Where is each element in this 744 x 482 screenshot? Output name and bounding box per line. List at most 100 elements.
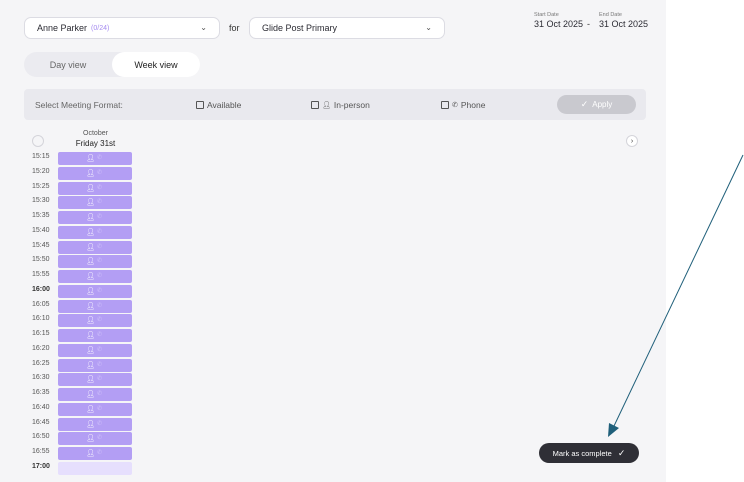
time-slot[interactable]: 👤︎ ✆ (58, 388, 132, 401)
staff-name: Anne Parker (37, 23, 88, 33)
school-select[interactable]: Glide Post Primary ⌄ (249, 17, 445, 39)
time-label: 15:55 (32, 271, 50, 278)
time-slot[interactable]: 👤︎ ✆ (58, 181, 132, 195)
checkbox-icon (196, 101, 204, 109)
time-row: 15:35 👤︎ ✆ (0, 211, 140, 224)
phone-icon: ✆ (97, 332, 103, 338)
time-label: 15:40 (32, 226, 50, 234)
time-slot[interactable]: 👤︎ ✆ (58, 417, 132, 431)
phone-icon: ✆ (97, 435, 103, 442)
apply-label: Apply (592, 100, 613, 109)
phone-icon: ✆ (97, 405, 103, 412)
time-label: 16:40 (32, 403, 50, 411)
time-slot[interactable]: 👤︎ ✆ (58, 225, 132, 239)
date-separator: - (587, 19, 590, 29)
next-day-button[interactable]: › (626, 135, 638, 147)
chevron-down-icon: ⌄ (200, 23, 207, 32)
start-date-value: 31 Oct 2025 (534, 19, 584, 29)
time-slot[interactable]: 👤︎ ✆ (58, 255, 132, 269)
time-slot[interactable]: 👤︎ ✆ (58, 166, 132, 180)
time-label: 16:00 (32, 285, 50, 293)
time-slot[interactable]: 👤︎ ✆ (58, 358, 132, 372)
chevron-right-icon: › (630, 137, 634, 145)
end-date[interactable]: End Date 31 Oct 2025 (599, 12, 648, 29)
time-slot[interactable]: 👤︎ ✆ (58, 152, 132, 165)
person-icon: 👤︎ (86, 199, 95, 207)
start-date[interactable]: Start Date 31 Oct 2025 (534, 12, 583, 29)
person-icon: 👤︎ (86, 317, 95, 325)
time-row: 16:25 👤︎ ✆ (0, 358, 140, 372)
time-label: 16:50 (32, 433, 50, 441)
time-row: 15:30 👤︎ ✆ (0, 196, 140, 210)
week-view-tab[interactable]: Week view (112, 52, 200, 77)
time-slot[interactable]: 👤︎ ✆ (58, 447, 132, 460)
start-date-label: Start Date (534, 12, 559, 18)
time-slot[interactable]: 👤︎ ✆ (58, 343, 132, 357)
in-person-label: In-person (333, 100, 370, 110)
time-slot[interactable]: 👤︎ ✆ (58, 373, 132, 387)
time-label: 15:25 (32, 182, 50, 190)
staff-select[interactable]: Anne Parker (0/24) ⌄ (24, 17, 220, 39)
time-grid: 15:15 👤︎ ✆ 15:20 👤︎ ✆ 15:25 👤︎ ✆ 15:30 👤︎ ✆ 15:35 👤︎ ✆… (0, 152, 140, 482)
time-slot[interactable]: 👤︎ ✆ (58, 211, 132, 224)
time-label: 17:00 (32, 462, 50, 470)
person-icon: 👤︎ (86, 169, 95, 177)
person-icon: 👤︎ (86, 346, 95, 354)
time-slot[interactable]: 👤︎ ✆ (58, 284, 132, 298)
person-icon: 👤︎ (86, 361, 95, 369)
time-label: 16:55 (32, 448, 50, 455)
phone-icon: ✆ (97, 184, 103, 191)
time-label: 15:45 (32, 241, 50, 249)
time-slot[interactable]: 👤︎ ✆ (58, 240, 132, 254)
person-icon: 👤︎ (86, 243, 95, 251)
view-toggle: Day view Week view (24, 52, 200, 77)
time-label: 16:20 (32, 344, 50, 352)
meeting-format-label: Select Meeting Format: (35, 100, 123, 110)
time-slot[interactable]: 👤︎ ✆ (58, 196, 132, 210)
in-person-checkbox[interactable]: 👤︎ In-person (311, 100, 370, 110)
time-row: 15:25 👤︎ ✆ (0, 181, 140, 195)
available-label: Available (207, 100, 242, 110)
person-icon: 👤︎ (86, 302, 95, 310)
end-date-label: End Date (599, 12, 622, 18)
phone-icon: ✆ (97, 243, 103, 250)
time-row: 15:55 👤︎ ✆ (0, 270, 140, 283)
person-icon: 👤︎ (86, 184, 95, 192)
scheduler-app: Anne Parker (0/24) ⌄ for Glide Post Prim… (0, 0, 666, 482)
meeting-format-bar: Select Meeting Format: Available 👤︎ In-p… (24, 89, 646, 120)
phone-icon: ✆ (97, 199, 103, 206)
time-label: 16:45 (32, 418, 50, 426)
time-slot[interactable] (58, 461, 132, 475)
time-row: 15:20 👤︎ ✆ (0, 166, 140, 180)
school-name: Glide Post Primary (262, 23, 338, 33)
previous-day-button[interactable] (32, 135, 44, 147)
time-row: 15:45 👤︎ ✆ (0, 240, 140, 254)
time-row: 15:15 👤︎ ✆ (0, 152, 140, 165)
staff-count: (0/24) (91, 24, 110, 32)
phone-icon: ✆ (97, 317, 103, 324)
phone-icon: ✆ (452, 102, 458, 109)
person-icon: 👤︎ (86, 155, 95, 162)
time-row: 16:35 👤︎ ✆ (0, 388, 140, 401)
time-slot[interactable]: 👤︎ ✆ (58, 270, 132, 283)
phone-icon: ✆ (97, 287, 103, 294)
time-slot[interactable]: 👤︎ ✆ (58, 314, 132, 328)
time-row: 16:45 👤︎ ✆ (0, 417, 140, 431)
time-row: 16:05 👤︎ ✆ (0, 299, 140, 313)
check-icon: ✓ (617, 447, 626, 458)
time-slot[interactable]: 👤︎ ✆ (58, 299, 132, 313)
person-icon: 👤︎ (86, 332, 95, 339)
person-icon: 👤︎ (86, 420, 95, 428)
time-row: 16:30 👤︎ ✆ (0, 373, 140, 387)
time-row: 16:55 👤︎ ✆ (0, 447, 140, 460)
phone-icon: ✆ (97, 214, 103, 220)
apply-button[interactable]: ✓ Apply (557, 95, 636, 114)
phone-checkbox[interactable]: ✆ Phone (441, 100, 485, 110)
day-view-tab[interactable]: Day view (24, 52, 112, 77)
available-checkbox[interactable]: Available (196, 100, 241, 110)
phone-icon: ✆ (97, 346, 103, 353)
time-slot[interactable]: 👤︎ ✆ (58, 402, 132, 416)
time-slot[interactable]: 👤︎ ✆ (58, 329, 132, 342)
time-slot[interactable]: 👤︎ ✆ (58, 432, 132, 446)
mark-as-complete-button[interactable]: Mark as complete ✓ (539, 443, 639, 463)
